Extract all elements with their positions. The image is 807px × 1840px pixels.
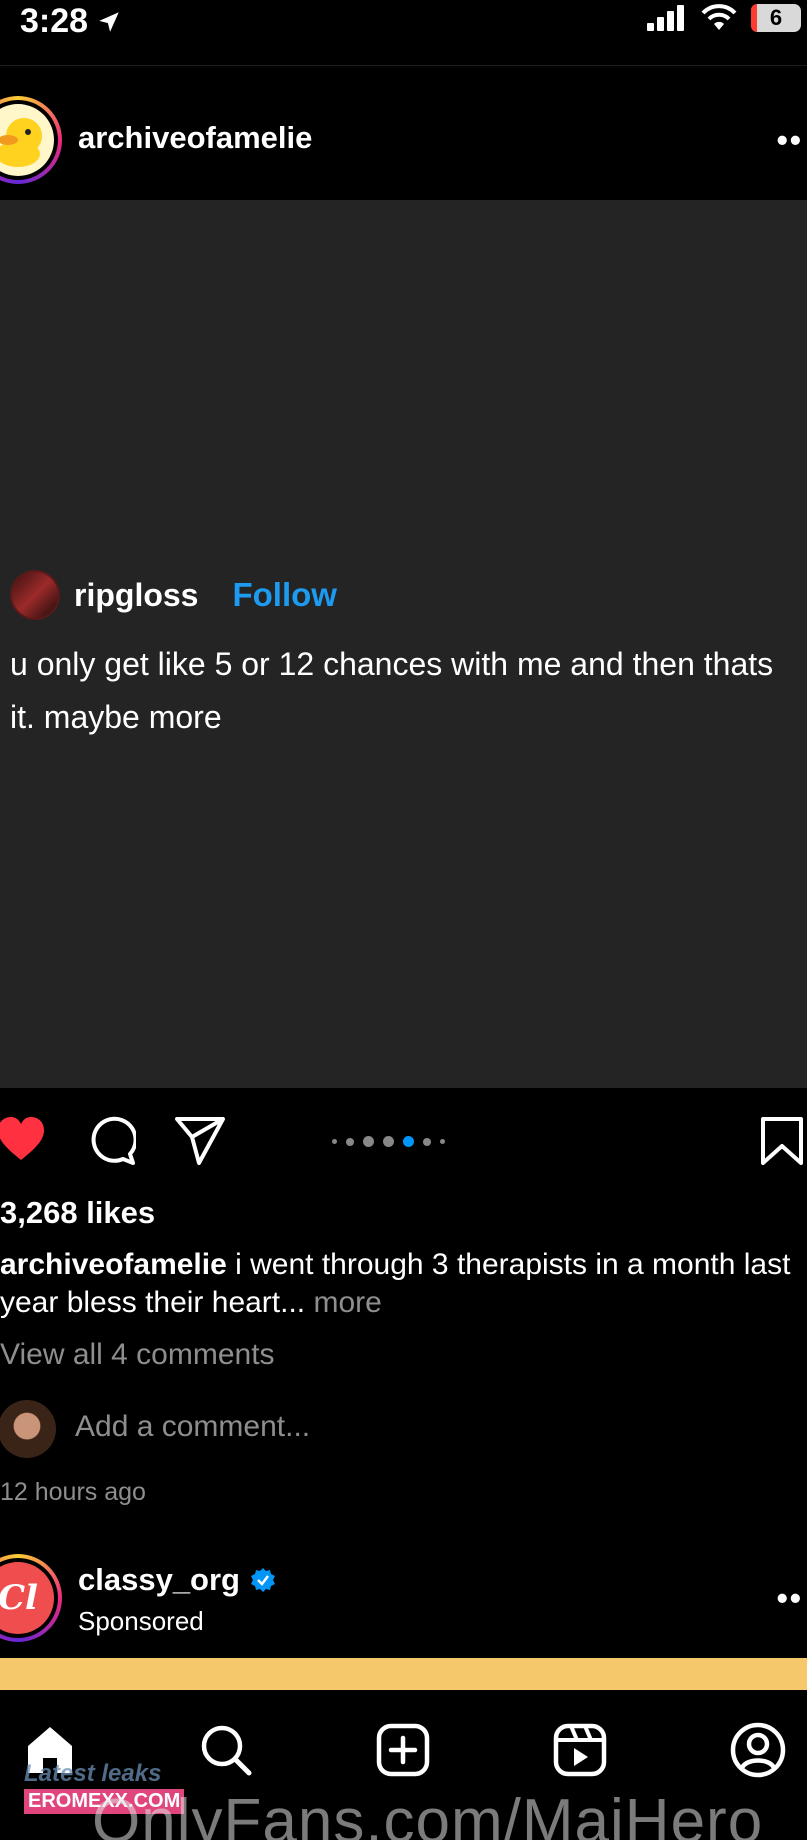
post-username[interactable]: archiveofamelie [78, 120, 312, 156]
status-bar: 3:28 6 [0, 0, 807, 66]
sponsored-avatar-logo: Cl [0, 1562, 54, 1634]
sponsored-avatar[interactable]: Cl [0, 1554, 62, 1642]
carousel-indicator [332, 1136, 445, 1147]
carousel-dot [403, 1136, 414, 1147]
battery-level: 6 [769, 5, 783, 30]
location-arrow-icon [99, 11, 119, 32]
carousel-dot [383, 1136, 394, 1147]
watermark-overlay-text: OnlyFans.com/MaiHero [92, 1787, 764, 1840]
sponsored-label: Sponsored [78, 1606, 204, 1636]
post-actions [0, 1110, 807, 1174]
status-indicators: 6 [647, 4, 801, 32]
clock-text: 3:28 [20, 2, 89, 40]
sponsored-media-preview[interactable] [0, 1658, 807, 1690]
carousel-dot [423, 1137, 431, 1146]
battery-icon: 6 [751, 4, 801, 32]
sponsored-username[interactable]: classy_org [78, 1562, 240, 1598]
caption-username[interactable]: archiveofamelie [0, 1248, 227, 1281]
add-comment-input[interactable]: Add a comment... [75, 1410, 310, 1444]
view-comments-link[interactable]: View all 4 comments [0, 1338, 275, 1372]
comment-icon[interactable] [86, 1116, 136, 1166]
more-options-icon[interactable]: •• [777, 122, 803, 159]
tweet-text: u only get like 5 or 12 chances with me … [10, 646, 774, 735]
sponsored-more-options-icon[interactable]: •• [777, 1580, 803, 1617]
duck-avatar-image [0, 104, 54, 176]
add-comment-row[interactable]: Add a comment... [0, 1400, 807, 1458]
tweet-user-row: ripgloss Follow [10, 570, 337, 620]
profile-icon [730, 1722, 786, 1778]
likes-count[interactable]: 3,268 likes [0, 1195, 155, 1231]
tweet-follow-label: Follow [232, 576, 337, 613]
post-avatar[interactable] [0, 96, 62, 184]
search-icon [201, 1725, 252, 1776]
tweet-avatar [10, 570, 60, 620]
nav-search[interactable] [196, 1720, 256, 1780]
post-timestamp: 12 hours ago [0, 1478, 146, 1506]
share-icon[interactable] [174, 1116, 226, 1166]
create-icon [376, 1723, 430, 1777]
carousel-dot [332, 1139, 337, 1144]
nav-profile[interactable] [728, 1720, 788, 1780]
caption-more-link[interactable]: more [314, 1286, 382, 1319]
nav-create[interactable] [373, 1720, 433, 1780]
heart-icon[interactable] [0, 1116, 46, 1162]
watermark-title: Latest leaks [24, 1760, 162, 1787]
verified-badge-icon [251, 1568, 275, 1592]
wifi-icon [701, 4, 737, 30]
status-time: 3:28 [20, 2, 122, 41]
bookmark-icon[interactable] [760, 1116, 804, 1166]
carousel-dot [346, 1137, 354, 1146]
nav-reels[interactable] [550, 1720, 610, 1780]
post-header: archiveofamelie •• [0, 94, 807, 186]
post-media[interactable]: ripgloss Follow u only get like 5 or 12 … [0, 200, 807, 1088]
post-caption: archiveofamelie i went through 3 therapi… [0, 1246, 807, 1322]
sponsored-post-header: Cl classy_org Sponsored •• [0, 1550, 807, 1642]
carousel-dot [440, 1139, 445, 1144]
current-user-avatar [0, 1400, 56, 1458]
carousel-dot [363, 1136, 374, 1147]
sponsored-username-row[interactable]: classy_org [78, 1562, 276, 1598]
reels-icon [553, 1723, 607, 1777]
signal-icon [647, 5, 684, 31]
tweet-username: ripgloss [74, 576, 199, 613]
